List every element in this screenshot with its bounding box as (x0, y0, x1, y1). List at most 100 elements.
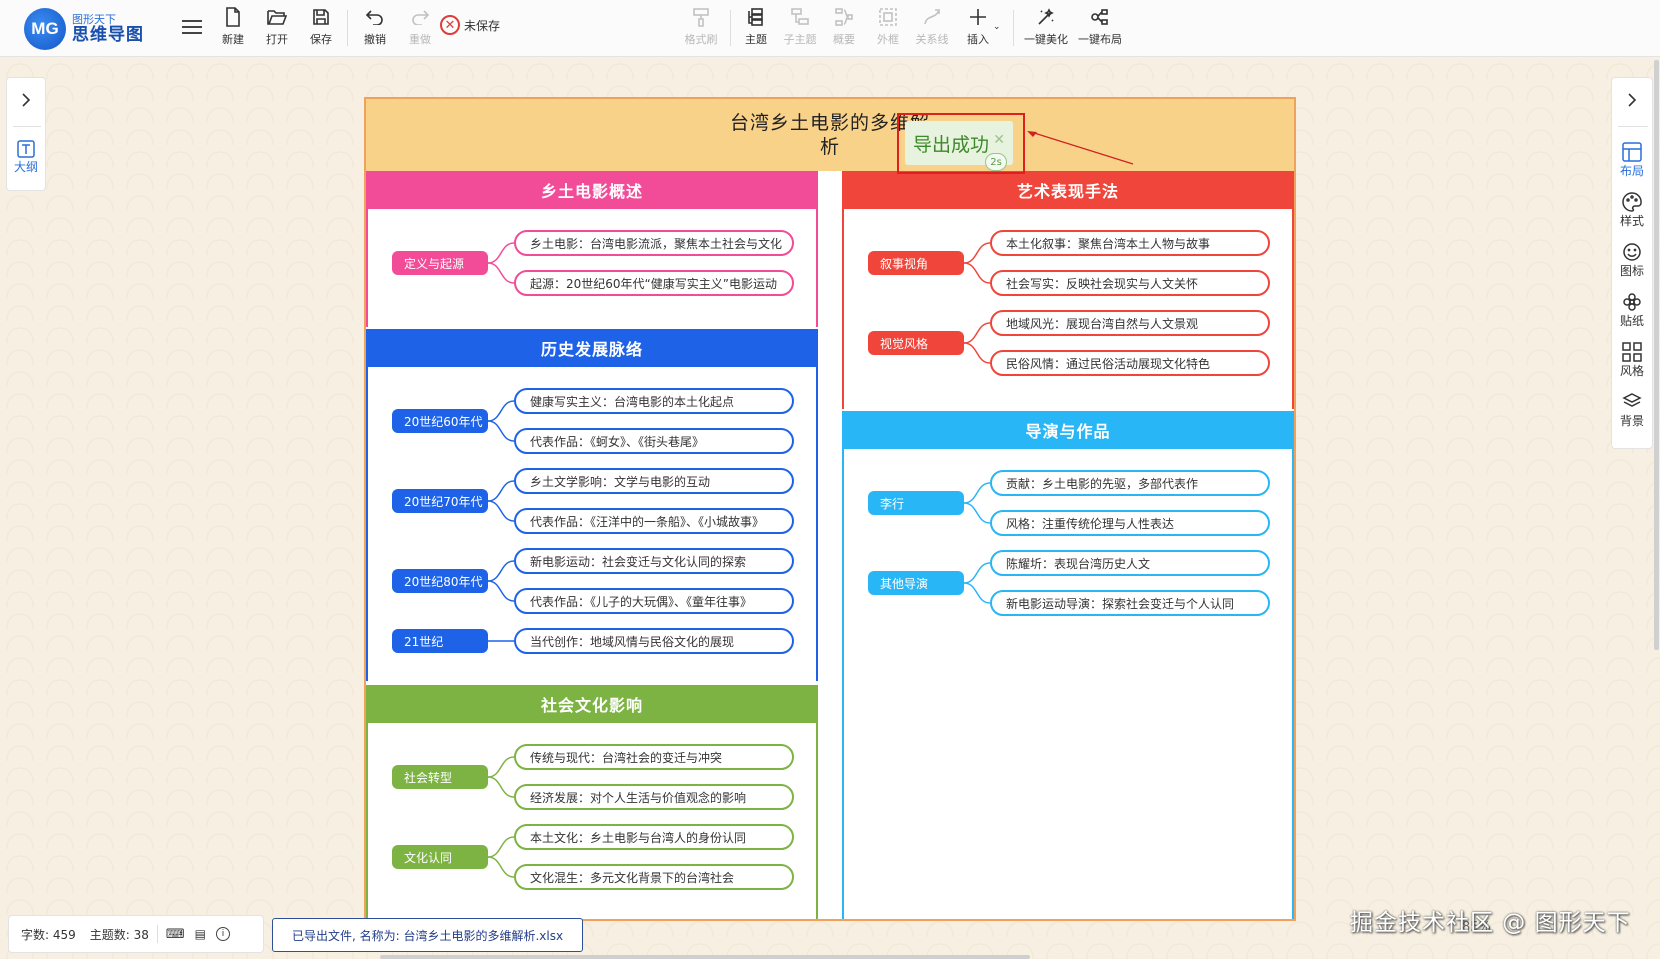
insert-button[interactable]: 插入 (958, 6, 998, 50)
subtopic-icon (789, 6, 811, 28)
grid-theme-icon (1622, 342, 1642, 362)
summary-button[interactable]: 概要 (824, 6, 864, 50)
leaf-node[interactable]: 贡献：乡土电影的先驱，多部代表作 (990, 470, 1270, 496)
connector-line (963, 502, 991, 524)
new-button[interactable]: 新建 (213, 6, 253, 50)
leaf-node[interactable]: 陈耀圻：表现台湾历史人文 (990, 550, 1270, 576)
boundary-button[interactable]: 外框 (868, 6, 908, 50)
branch-node[interactable]: 20世纪60年代 (392, 409, 488, 433)
auto-layout-button[interactable]: 一键布局 (1078, 6, 1122, 50)
layout-panel-button[interactable]: 布局 (1612, 142, 1652, 179)
central-topic[interactable]: 台湾乡土电影的多维解析 (366, 99, 1294, 171)
leaf-node[interactable]: 当代创作：地域风情与民俗文化的展现 (514, 628, 794, 654)
branch-node[interactable]: 叙事视角 (868, 251, 964, 275)
branch-node[interactable]: 20世纪80年代 (392, 569, 488, 593)
hamburger-menu-icon[interactable] (182, 16, 202, 38)
branch-node[interactable]: 李行 (868, 491, 964, 515)
save-button[interactable]: 保存 (301, 6, 341, 50)
undo-icon (364, 6, 386, 28)
sticker-panel-button[interactable]: 贴纸 (1612, 292, 1652, 329)
info-icon[interactable]: i (216, 927, 231, 941)
layout-icon (1622, 142, 1642, 162)
plus-icon (967, 6, 989, 28)
layers-icon (1622, 393, 1642, 407)
branch-node[interactable]: 21世纪 (392, 629, 488, 653)
format-brush-button[interactable]: 格式刷 (681, 6, 721, 50)
horizontal-scrollbar[interactable] (380, 955, 1030, 959)
leaf-node[interactable]: 文化混生：多元文化背景下的台湾社会 (514, 864, 794, 890)
connector-line (487, 420, 515, 442)
icon-panel-button[interactable]: 图标 (1612, 242, 1652, 279)
relation-line-button[interactable]: 关系线 (912, 6, 952, 50)
left-sidebar: 大纲 (6, 77, 46, 191)
flower-sticker-icon (1623, 293, 1641, 311)
annotation-arrow (1027, 131, 1134, 165)
expand-right-chevron-icon[interactable] (1612, 92, 1652, 112)
open-button[interactable]: 打开 (257, 6, 297, 50)
connector-line (963, 582, 991, 604)
section-0: 乡土电影概述 定义与起源 乡土电影：台湾电影流派，聚焦本土社会与文化 起源：20世纪6… (366, 171, 818, 327)
beautify-button[interactable]: 一键美化 (1024, 6, 1068, 50)
style-panel-button[interactable]: 样式 (1612, 192, 1652, 229)
connector-line (487, 580, 515, 602)
word-count: 字数: 459 (21, 927, 76, 942)
status-bar: 字数: 459 主题数: 38 ⌨ ▤ i (8, 915, 264, 953)
redo-button[interactable]: 重做 (400, 6, 440, 50)
palette-icon (1622, 192, 1642, 212)
leaf-node[interactable]: 健康写实主义：台湾电影的本土化起点 (514, 388, 794, 414)
leaf-node[interactable]: 乡土文学影响：文学与电影的互动 (514, 468, 794, 494)
section-4: 导演与作品 李行 贡献：乡土电影的先驱，多部代表作 风格：注重传统伦理与人性表达 其他导… (842, 411, 1294, 919)
undo-button[interactable]: 撤销 (355, 6, 395, 50)
leaf-node[interactable]: 代表作品：《蚵女》、《街头巷尾》 (514, 428, 794, 454)
logo-icon: MG (24, 8, 66, 50)
expand-left-chevron-icon[interactable] (7, 92, 45, 112)
topic-button[interactable]: 主题 (736, 6, 776, 50)
leaf-node[interactable]: 新电影运动：社会变迁与文化认同的探索 (514, 548, 794, 574)
leaf-node[interactable]: 起源：20世纪60年代“健康写实主义”电影运动 (514, 270, 794, 296)
leaf-node[interactable]: 社会写实：反映社会现实与人文关怀 (990, 270, 1270, 296)
branch-node[interactable]: 社会转型 (392, 765, 488, 789)
leaf-node[interactable]: 本土文化：乡土电影与台湾人的身份认同 (514, 824, 794, 850)
leaf-node[interactable]: 传统与现代：台湾社会的变迁与冲突 (514, 744, 794, 770)
unsaved-x-icon: ✕ (440, 15, 460, 35)
connector-line (963, 322, 991, 344)
unsaved-status: ✕ 未保存 (440, 15, 500, 35)
connector-line (487, 242, 515, 264)
connector-line (963, 242, 991, 264)
leaf-node[interactable]: 乡土电影：台湾电影流派，聚焦本土社会与文化 (514, 230, 794, 256)
leaf-node[interactable]: 地域风光：展现台湾自然与人文景观 (990, 310, 1270, 336)
keyboard-icon[interactable]: ⌨ (166, 927, 185, 942)
toolbar: MG 图形天下 思维导图 新建 打开 保存 撤销 重做 ✕ 未保存 格式刷 主题 (0, 0, 1660, 57)
magic-wand-icon (1035, 6, 1057, 28)
branch-node[interactable]: 定义与起源 (392, 251, 488, 275)
connector-line (487, 776, 515, 798)
background-panel-button[interactable]: 背景 (1612, 392, 1652, 429)
branch-node[interactable]: 文化认同 (392, 845, 488, 869)
branch-node[interactable]: 其他导演 (868, 571, 964, 595)
vertical-scrollbar[interactable] (1654, 60, 1659, 650)
smiley-icon (1623, 243, 1641, 261)
folder-open-icon (266, 6, 288, 28)
leaf-node[interactable]: 本土化叙事：聚焦台湾本土人物与故事 (990, 230, 1270, 256)
outline-button[interactable]: 大纲 (7, 140, 45, 175)
connector-line (963, 262, 991, 284)
connector-line (963, 562, 991, 584)
outline-view-icon[interactable]: ▤ (195, 927, 206, 941)
connector-line (487, 480, 515, 502)
insert-dropdown-icon[interactable]: ⌄ (993, 22, 1001, 32)
leaf-node[interactable]: 代表作品：《儿子的大玩偶》、《童年往事》 (514, 588, 794, 614)
connector-line (963, 482, 991, 504)
boundary-icon (877, 6, 899, 28)
leaf-node[interactable]: 代表作品：《汪洋中的一条船》、《小城故事》 (514, 508, 794, 534)
toast-close-icon[interactable]: ✕ (993, 132, 1005, 148)
leaf-node[interactable]: 民俗风情：通过民俗活动展现文化特色 (990, 350, 1270, 376)
mind-map-frame: 台湾乡土电影的多维解析 乡土电影概述 定义与起源 乡土电影：台湾电影流派，聚焦本土社… (364, 97, 1296, 921)
connector-line (963, 342, 991, 364)
subtopic-button[interactable]: 子主题 (780, 6, 820, 50)
theme-panel-button[interactable]: 风格 (1612, 342, 1652, 379)
leaf-node[interactable]: 风格：注重传统伦理与人性表达 (990, 510, 1270, 536)
branch-node[interactable]: 视觉风格 (868, 331, 964, 355)
branch-node[interactable]: 20世纪70年代 (392, 489, 488, 513)
leaf-node[interactable]: 新电影运动导演：探索社会变迁与个人认同 (990, 590, 1270, 616)
leaf-node[interactable]: 经济发展：对个人生活与价值观念的影响 (514, 784, 794, 810)
